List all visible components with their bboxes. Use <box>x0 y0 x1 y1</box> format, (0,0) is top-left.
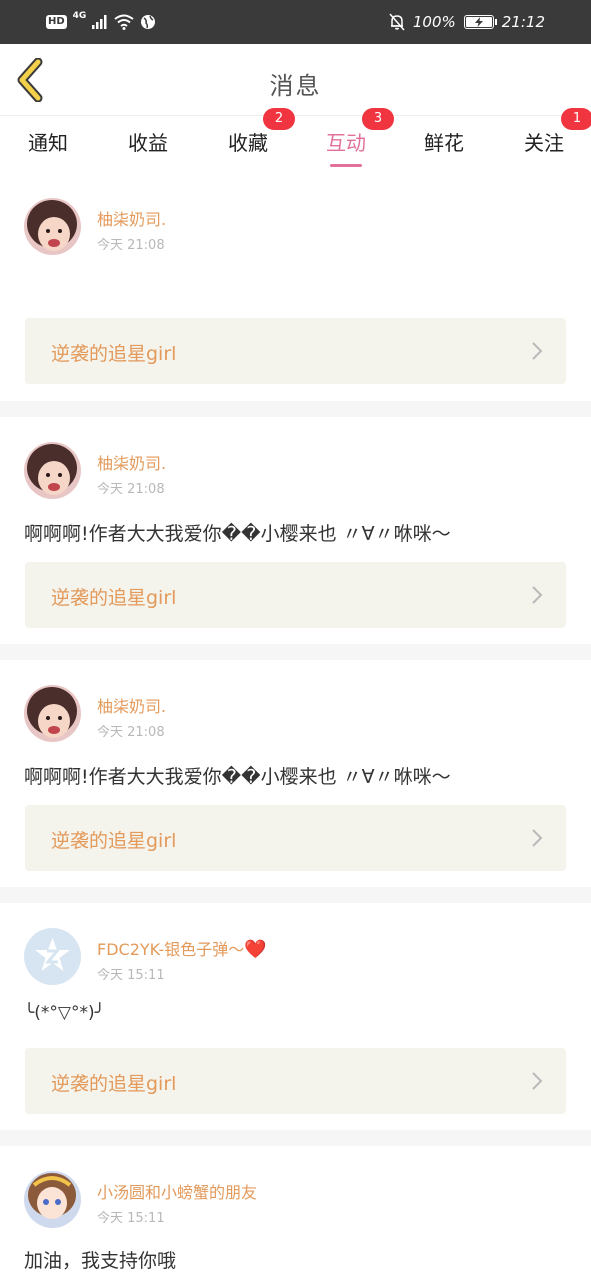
chevron-right-icon <box>532 829 543 847</box>
user-name[interactable]: 柚柒奶司. <box>97 450 166 474</box>
book-title: 逆袭的追星girl <box>51 343 177 365</box>
user-photo-icon <box>24 1171 81 1228</box>
timestamp: 今天 15:11 <box>97 968 165 983</box>
comment-text: ╰(*°▽°*)╯ <box>24 1003 105 1023</box>
book-link[interactable]: 逆袭的追星girl <box>25 1048 566 1114</box>
signal-icon <box>92 15 107 29</box>
comment-text: 啊啊啊!作者大大我爱你��小樱来也 〃∀〃咻咪～ <box>24 523 451 545</box>
list-item: 柚柒奶司. 今天 21:08 逆袭的追星girl <box>0 172 591 401</box>
status-left: HD 4G <box>46 10 156 34</box>
book-title: 逆袭的追星girl <box>51 1073 177 1095</box>
network-type: 4G <box>72 11 87 21</box>
default-avatar-icon <box>24 928 81 985</box>
clock: 21:12 <box>501 13 545 31</box>
avatar[interactable] <box>24 198 81 255</box>
avatar[interactable] <box>24 685 81 742</box>
user-name[interactable]: 柚柒奶司. <box>97 693 166 717</box>
book-title: 逆袭的追星girl <box>51 587 177 609</box>
charging-bolt-icon <box>474 17 483 27</box>
tab-label: 关注 <box>524 131 564 155</box>
tab-label: 收益 <box>128 131 168 155</box>
app-header: 消息 <box>0 44 591 116</box>
book-link[interactable]: 逆袭的追星girl <box>25 318 566 384</box>
user-name[interactable]: FDC2YK-银色子弹～❤️ <box>97 936 267 960</box>
tab-label: 收藏 <box>228 131 268 155</box>
battery-icon <box>463 15 497 29</box>
favorites-count-badge: 2 <box>263 108 295 130</box>
divider <box>0 1130 591 1146</box>
user-name[interactable]: 小汤圆和小螃蟹的朋友 <box>97 1179 257 1203</box>
user-name-text: FDC2YK-银色子弹～ <box>97 940 245 959</box>
tab-label: 鲜花 <box>424 131 464 155</box>
status-right: 100% 21:12 <box>389 10 545 34</box>
user-photo-icon <box>24 685 81 742</box>
book-link[interactable]: 逆袭的追星girl <box>25 562 566 628</box>
chevron-right-icon <box>532 342 543 360</box>
timestamp: 今天 15:11 <box>97 1211 165 1226</box>
tab-label: 互动 <box>326 131 366 155</box>
timestamp: 今天 21:08 <box>97 725 165 740</box>
tab-following[interactable]: 关注 <box>520 127 568 167</box>
heart-emoji: ❤️ <box>244 939 267 960</box>
status-bar: HD 4G 100% 21:12 <box>0 0 591 44</box>
interactions-count-badge: 3 <box>362 108 394 130</box>
user-photo-icon <box>24 442 81 499</box>
avatar[interactable] <box>24 928 81 985</box>
avatar[interactable] <box>24 1171 81 1228</box>
list-item: 小汤圆和小螃蟹的朋友 今天 15:11 加油，我支持你哦 <box>0 1146 591 1280</box>
divider <box>0 401 591 417</box>
wifi-icon <box>114 14 134 30</box>
page-title: 消息 <box>269 72 322 100</box>
chevron-right-icon <box>532 586 543 604</box>
divider <box>0 887 591 903</box>
user-name[interactable]: 柚柒奶司. <box>97 206 166 230</box>
following-count-badge: 1 <box>561 108 591 130</box>
globe-icon <box>141 15 156 29</box>
tab-earnings[interactable]: 收益 <box>124 127 172 167</box>
timestamp: 今天 21:08 <box>97 482 165 497</box>
mute-bell-icon <box>389 13 405 31</box>
avatar[interactable] <box>24 442 81 499</box>
comment-text: 啊啊啊!作者大大我爱你��小樱来也 〃∀〃咻咪～ <box>24 766 451 788</box>
chevron-right-icon <box>532 1072 543 1090</box>
book-title: 逆袭的追星girl <box>51 830 177 852</box>
timestamp: 今天 21:08 <box>97 238 165 253</box>
tab-favorites[interactable]: 收藏 <box>224 127 272 167</box>
hd-badge: HD <box>46 15 67 29</box>
battery-percent: 100% <box>412 13 456 31</box>
divider <box>0 644 591 660</box>
tab-notifications[interactable]: 通知 <box>24 127 72 167</box>
list-item: FDC2YK-银色子弹～❤️ 今天 15:11 ╰(*°▽°*)╯ 逆袭的追星g… <box>0 903 591 1130</box>
tab-interactions[interactable]: 互动 <box>322 127 370 167</box>
tab-bar: 通知 收益 收藏 2 互动 3 鲜花 关注 1 <box>0 108 591 172</box>
active-tab-indicator <box>330 164 362 167</box>
tab-flowers[interactable]: 鲜花 <box>420 127 468 167</box>
list-item: 柚柒奶司. 今天 21:08 啊啊啊!作者大大我爱你��小樱来也 〃∀〃咻咪～ … <box>0 660 591 887</box>
tab-label: 通知 <box>28 131 68 155</box>
user-photo-icon <box>24 198 81 255</box>
book-link[interactable]: 逆袭的追星girl <box>25 805 566 871</box>
comment-text: 加油，我支持你哦 <box>24 1250 177 1272</box>
list-item: 柚柒奶司. 今天 21:08 啊啊啊!作者大大我爱你��小樱来也 〃∀〃咻咪～ … <box>0 417 591 644</box>
